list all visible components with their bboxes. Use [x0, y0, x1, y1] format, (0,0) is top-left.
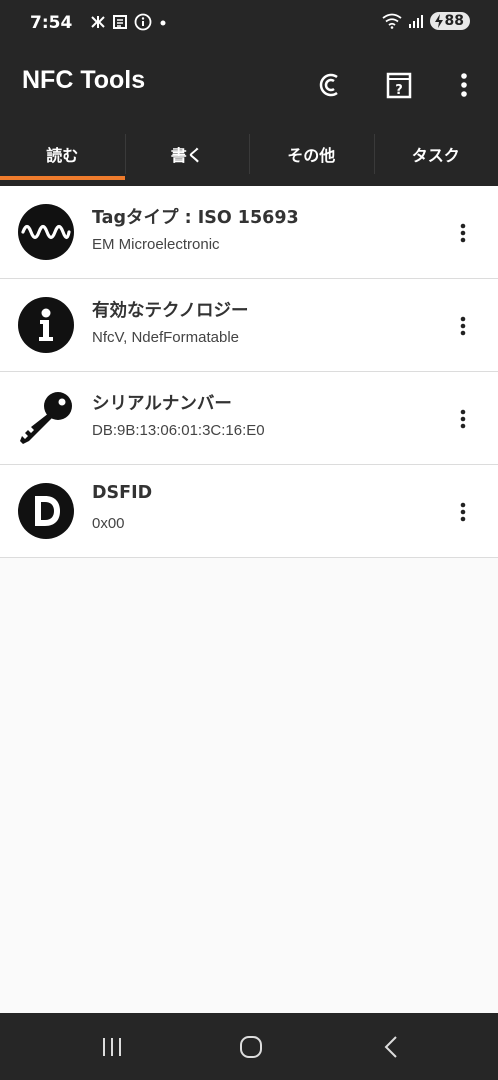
- back-button[interactable]: [371, 1031, 411, 1063]
- back-icon: [384, 1036, 397, 1058]
- item-menu-button[interactable]: [448, 218, 478, 248]
- help-button[interactable]: ?: [379, 65, 419, 105]
- battery-indicator: 88: [429, 12, 470, 30]
- list-item-serial-number[interactable]: シリアルナンバー DB:9B:13:06:01:3C:16:E0: [0, 372, 498, 465]
- d-letter-icon: [18, 483, 74, 539]
- item-menu-button[interactable]: [448, 404, 478, 434]
- tab-tasks[interactable]: タスク: [373, 122, 498, 186]
- overflow-menu-button[interactable]: [444, 65, 484, 105]
- list-item-dsfid[interactable]: DSFID 0x00: [0, 465, 498, 558]
- more-vert-icon: [460, 223, 466, 243]
- battery-level: 88: [444, 13, 464, 29]
- list-item-technologies[interactable]: 有効なテクノロジー NfcV, NdefFormatable: [0, 279, 498, 372]
- tab-read[interactable]: 読む: [0, 122, 125, 186]
- news-icon: [113, 15, 127, 29]
- app-title: NFC Tools: [22, 66, 146, 94]
- butterfly-icon: [91, 16, 105, 28]
- tag-info-list: Tagタイプ : ISO 15693 EM Microelectronic 有効…: [0, 186, 498, 558]
- status-right-icons: 88: [381, 12, 470, 30]
- more-vert-icon: [460, 502, 466, 522]
- item-subtitle: EM Microelectronic: [92, 236, 220, 253]
- status-left-icons: [90, 13, 168, 31]
- info-icon: [18, 297, 74, 353]
- recents-icon: [103, 1038, 121, 1056]
- wave-icon: [18, 204, 74, 260]
- nfc-c-icon: [319, 73, 338, 97]
- home-button[interactable]: [231, 1031, 271, 1063]
- item-subtitle: 0x00: [92, 515, 125, 532]
- item-subtitle: NfcV, NdefFormatable: [92, 329, 240, 346]
- app-bar: NFC Tools ?: [0, 48, 498, 122]
- item-title: シリアルナンバー: [92, 394, 232, 414]
- tab-bar: 読む 書く その他 タスク: [0, 122, 498, 186]
- info-status-icon: [134, 13, 152, 31]
- more-vert-icon: [460, 409, 466, 429]
- item-menu-button[interactable]: [448, 497, 478, 527]
- key-icon: [20, 392, 72, 444]
- system-nav-bar: [0, 1013, 498, 1080]
- home-icon: [240, 1036, 262, 1058]
- more-vert-icon: [460, 316, 466, 336]
- signal-icon: [408, 15, 423, 28]
- bolt-icon: [434, 14, 443, 28]
- list-item-tag-type[interactable]: Tagタイプ : ISO 15693 EM Microelectronic: [0, 186, 498, 279]
- help-book-icon: ?: [386, 72, 412, 99]
- item-title: 有効なテクノロジー: [92, 301, 249, 321]
- tab-write[interactable]: 書く: [124, 122, 250, 186]
- item-title: DSFID: [92, 483, 153, 503]
- recent-apps-button[interactable]: [92, 1031, 132, 1063]
- dot-icon: [160, 20, 166, 26]
- status-bar: 7:54 88: [0, 0, 498, 48]
- item-subtitle: DB:9B:13:06:01:3C:16:E0: [92, 422, 265, 439]
- item-menu-button[interactable]: [448, 311, 478, 341]
- nfc-scan-button[interactable]: [311, 65, 351, 105]
- wifi-icon: [381, 13, 402, 29]
- svg-text:?: ?: [395, 83, 403, 98]
- item-title: Tagタイプ : ISO 15693: [92, 208, 299, 228]
- tab-other[interactable]: その他: [249, 122, 374, 186]
- more-vert-icon: [461, 73, 467, 97]
- status-time: 7:54: [30, 13, 73, 33]
